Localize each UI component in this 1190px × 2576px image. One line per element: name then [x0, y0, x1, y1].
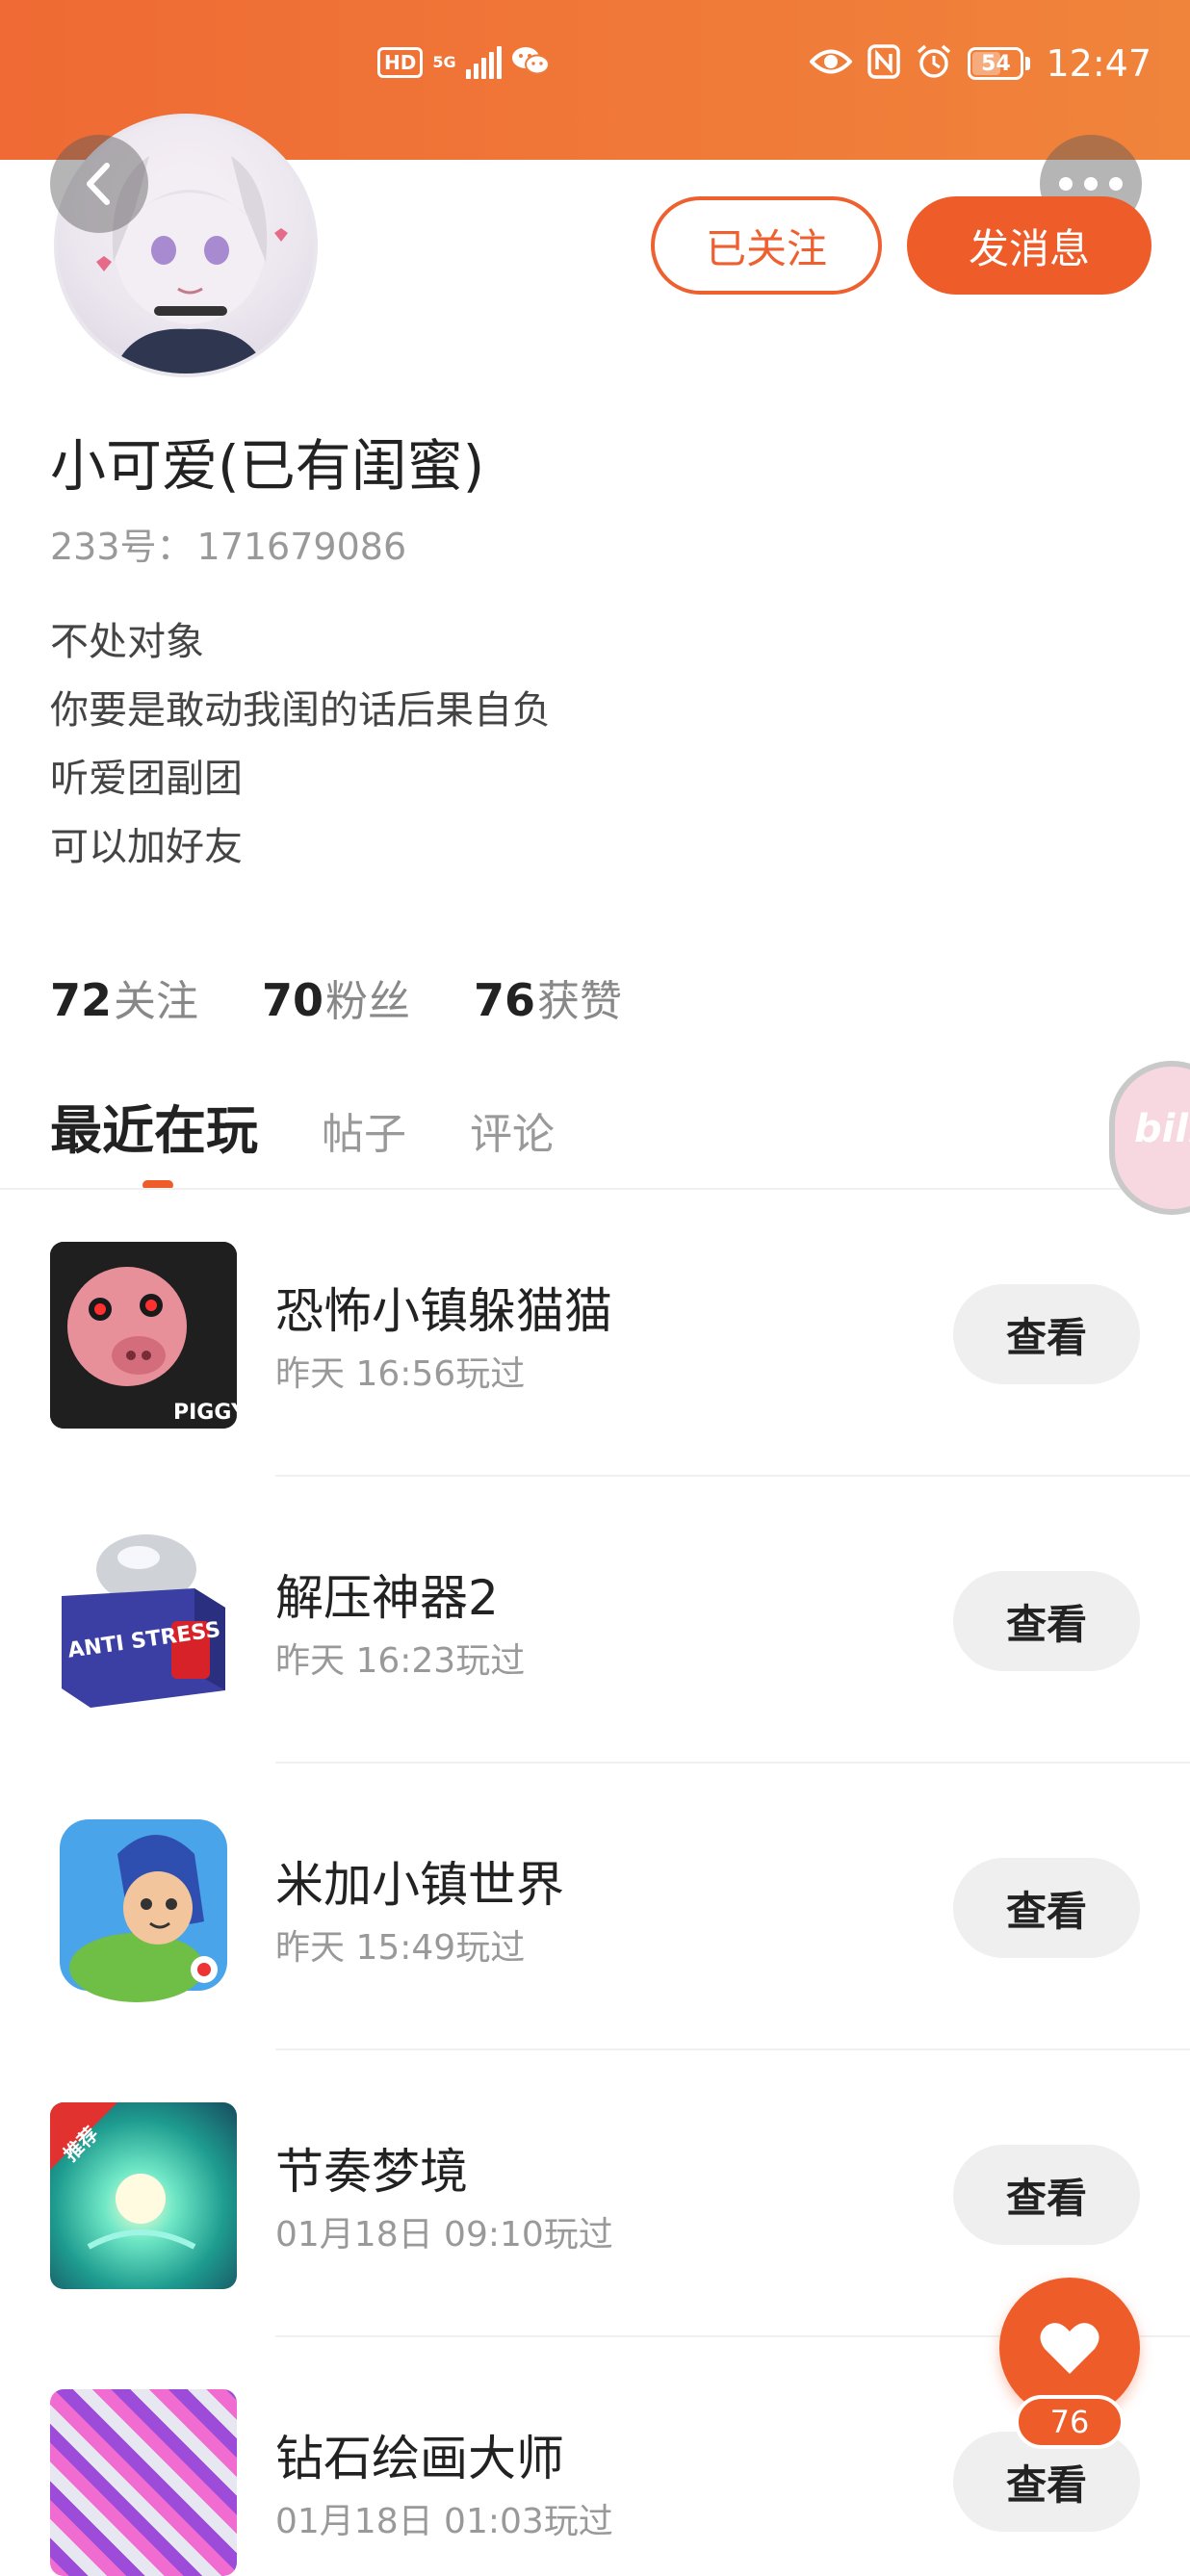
stat-label: 粉丝 — [325, 977, 411, 1026]
stat-followers[interactable]: 70粉丝 — [262, 966, 410, 1028]
game-icon-piggy: PIGGY — [50, 1242, 237, 1429]
game-title: 解压神器2 — [275, 1570, 499, 1626]
profile-id-value: 171679086 — [196, 526, 407, 568]
more-dots-icon — [1059, 177, 1073, 191]
like-count-badge: 76 — [1015, 2395, 1125, 2449]
game-icon-anti-stress: ANTI STRESS — [50, 1529, 237, 1715]
view-button[interactable]: 查看 — [953, 2145, 1140, 2245]
bili-logo: bili — [1134, 1107, 1190, 1151]
game-played-time: 昨天 15:49玩过 — [275, 1928, 526, 1968]
game-title: 节奏梦境 — [275, 2144, 468, 2200]
tab-recently-played[interactable]: 最近在玩 — [50, 1088, 258, 1164]
game-played-time: 01月18日 01:03玩过 — [275, 2502, 613, 2541]
bio-line: 不处对象 — [50, 620, 204, 664]
status-right-icons: 54 12:47 — [809, 42, 1151, 85]
game-icon-rhythm-dream: 推荐 — [50, 2102, 237, 2289]
view-button[interactable]: 查看 — [953, 1284, 1140, 1384]
tab-posts[interactable]: 帖子 — [322, 1099, 406, 1161]
bio-line: 你要是敢动我闺的话后果自负 — [50, 688, 551, 733]
hd-icon: HD — [377, 47, 424, 78]
battery-level: 54 — [981, 51, 1011, 76]
profile-stats: 72关注 70粉丝 76获赞 — [50, 966, 622, 1028]
followed-button[interactable]: 已关注 — [651, 196, 882, 295]
nfc-icon — [867, 44, 901, 83]
game-row[interactable]: PIGGY 恐怖小镇躲猫猫 昨天 16:56玩过 查看 — [0, 1190, 1190, 1477]
stat-number: 72 — [50, 974, 113, 1026]
profile-id-label: 233号： — [50, 526, 194, 568]
status-left-icons: HD 5G — [377, 44, 550, 81]
game-title: 米加小镇世界 — [275, 1857, 564, 1913]
game-played-time: 昨天 16:56玩过 — [275, 1354, 526, 1394]
eye-icon — [809, 45, 854, 82]
game-icon-diamond-painting — [50, 2389, 237, 2576]
stat-label: 关注 — [114, 977, 199, 1026]
signal-icon — [465, 46, 502, 79]
bio-line: 可以加好友 — [50, 825, 243, 869]
battery-icon: 54 — [968, 47, 1031, 80]
game-icon-toca-world — [50, 1816, 237, 2002]
game-played-time: 01月18日 09:10玩过 — [275, 2215, 613, 2254]
wechat-icon — [511, 44, 550, 81]
tab-comments[interactable]: 评论 — [470, 1099, 555, 1161]
profile-nickname: 小可爱(已有闺蜜) — [50, 433, 485, 499]
stat-number: 76 — [474, 974, 536, 1026]
alarm-icon — [916, 43, 952, 84]
profile-id: 233号： 171679086 — [50, 520, 406, 574]
stat-following[interactable]: 72关注 — [50, 966, 198, 1028]
send-message-button[interactable]: 发消息 — [907, 196, 1151, 295]
game-title: 钻石绘画大师 — [275, 2431, 564, 2486]
icon-text: PIGGY — [173, 1401, 237, 1425]
heart-icon — [1040, 2323, 1099, 2374]
view-button[interactable]: 查看 — [953, 1571, 1140, 1671]
profile-tabs: 最近在玩 帖子 评论 — [50, 1088, 618, 1164]
view-button[interactable]: 查看 — [953, 1858, 1140, 1958]
game-title: 恐怖小镇躲猫猫 — [275, 1283, 612, 1339]
network-type: 5G — [432, 53, 456, 71]
status-time: 12:47 — [1046, 42, 1151, 85]
stat-number: 70 — [262, 974, 324, 1026]
stat-likes[interactable]: 76获赞 — [474, 966, 622, 1028]
game-row[interactable]: ANTI STRESS 解压神器2 昨天 16:23玩过 查看 — [0, 1477, 1190, 1764]
profile-bio: 不处对象 你要是敢动我闺的话后果自负 听爱团副团 可以加好友 — [50, 608, 551, 882]
back-button[interactable] — [50, 135, 148, 233]
game-row[interactable]: 推荐 节奏梦境 01月18日 09:10玩过 查看 — [0, 2050, 1190, 2337]
stat-label: 获赞 — [537, 977, 623, 1026]
chevron-left-icon — [87, 163, 110, 205]
bio-line: 听爱团副团 — [50, 757, 243, 801]
game-played-time: 昨天 16:23玩过 — [275, 1641, 526, 1681]
game-row[interactable]: 米加小镇世界 昨天 15:49玩过 查看 — [0, 1764, 1190, 2050]
